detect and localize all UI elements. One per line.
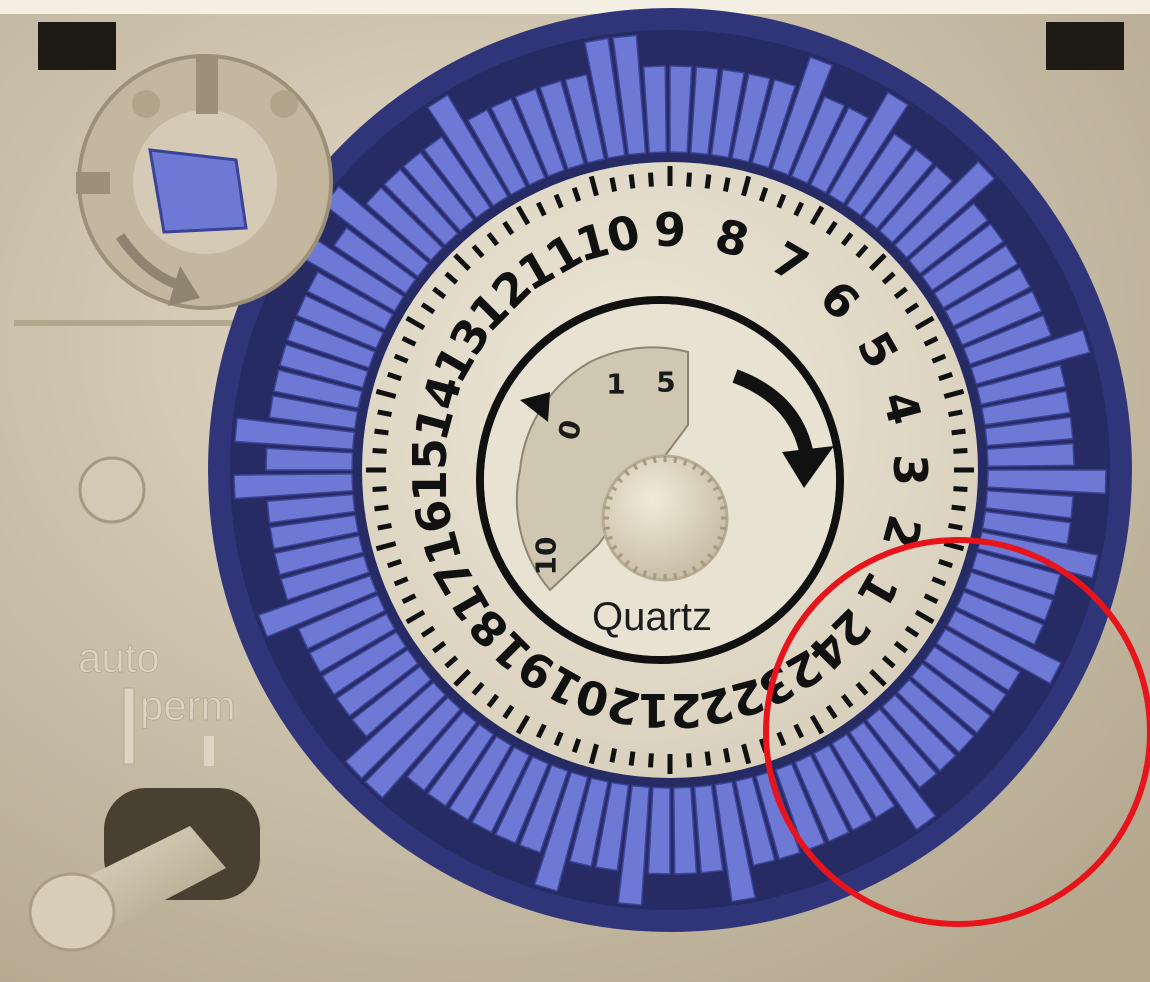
setting-wheel-blue-cam[interactable] xyxy=(148,148,248,234)
tick-mark xyxy=(628,751,636,766)
hour-label-21: 21 xyxy=(638,683,702,737)
tick-mark xyxy=(372,448,387,454)
tick-mark xyxy=(704,751,712,766)
knurl-ridge xyxy=(603,505,611,510)
subdial-label-5: 5 xyxy=(656,366,675,399)
hour-label-9: 9 xyxy=(654,203,686,257)
tick-mark xyxy=(686,753,692,768)
knurl-ridge xyxy=(719,526,727,531)
hour-label-3: 3 xyxy=(883,454,937,486)
knurl-ridge xyxy=(717,495,724,501)
tick-mark xyxy=(377,522,392,531)
housing-slot-left xyxy=(38,22,116,70)
tick-mark xyxy=(948,522,963,531)
tick-mark xyxy=(372,486,387,492)
knurl-ridge xyxy=(603,526,611,531)
housing-top-lip xyxy=(0,0,1150,14)
knurl-ridge xyxy=(652,456,657,464)
tick-mark xyxy=(951,504,966,512)
tick-mark xyxy=(628,174,636,189)
setting-wheel-dot-left xyxy=(132,90,160,118)
tick-mark xyxy=(648,172,654,187)
brand-label: Quartz xyxy=(592,595,712,639)
tick-mark xyxy=(648,753,654,768)
mode-indicator-tick xyxy=(204,736,214,766)
knurl-ridge xyxy=(642,459,648,466)
setting-wheel-notch-top xyxy=(196,58,218,114)
tappet-segment[interactable] xyxy=(647,786,671,875)
tick-mark xyxy=(722,748,731,763)
knurl-ridge xyxy=(682,459,688,466)
knurl-ridge xyxy=(682,570,688,577)
knurl-ridge xyxy=(717,535,724,541)
knurl-ridge xyxy=(642,570,648,577)
knurl-ridge xyxy=(673,572,678,580)
mode-label-perm: perm xyxy=(140,682,236,729)
mode-label-auto: auto xyxy=(78,634,160,681)
tick-mark xyxy=(704,174,712,189)
tick-mark xyxy=(951,428,966,436)
tick-mark xyxy=(374,428,389,436)
tick-mark xyxy=(377,409,392,418)
subdial-label-1: 1 xyxy=(606,368,625,401)
center-knob[interactable] xyxy=(601,454,729,582)
mode-switch-knob[interactable] xyxy=(28,872,116,952)
housing-panel-line xyxy=(14,320,264,326)
tick-mark xyxy=(609,748,618,763)
housing-slot-right xyxy=(1046,22,1124,70)
housing-round-recess xyxy=(78,456,146,524)
subdial-label-10: 10 xyxy=(530,537,563,576)
tick-mark xyxy=(953,486,968,492)
tick-mark xyxy=(953,448,968,454)
setting-wheel-dot-right xyxy=(270,90,298,118)
mode-indicator-line xyxy=(123,687,135,765)
knurl-ridge xyxy=(719,505,727,510)
tick-mark xyxy=(374,504,389,512)
timer-photo: 123456789101112131415161718192021222324 … xyxy=(0,0,1150,982)
tick-mark xyxy=(686,172,692,187)
knurl-ridge xyxy=(606,495,613,501)
knurl-ridge xyxy=(652,572,657,580)
setting-wheel-notch-left xyxy=(76,172,110,194)
knurl-ridge xyxy=(606,535,613,541)
tick-mark xyxy=(609,177,618,192)
tappet-segment[interactable] xyxy=(669,65,693,154)
tick-mark xyxy=(722,177,731,192)
tick-mark xyxy=(948,409,963,418)
tappet-segment[interactable] xyxy=(265,447,354,471)
hour-label-15: 15 xyxy=(403,438,457,502)
knurl-ridge xyxy=(673,456,678,464)
